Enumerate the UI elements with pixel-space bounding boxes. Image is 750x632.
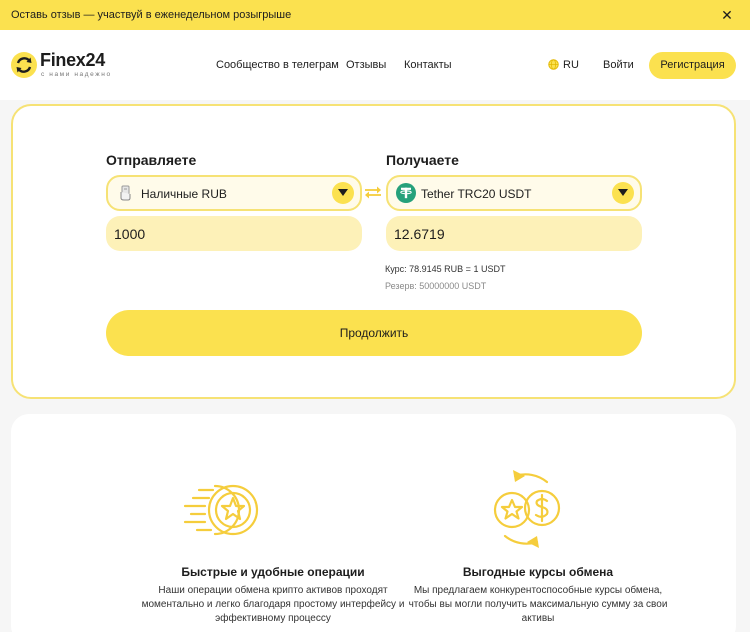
feature-line: эффективному процессу (215, 613, 331, 624)
chevron-down-icon (332, 182, 354, 204)
language-label: RU (563, 59, 579, 71)
feature-description: Наши операции обмена крипто активов прох… (123, 584, 423, 626)
nav-link-reviews[interactable]: Отзывы (346, 59, 386, 71)
feature-title: Выгодные курсы обмена (462, 565, 614, 579)
register-button[interactable]: Регистрация (649, 52, 736, 79)
login-button[interactable]: Войти (603, 59, 634, 71)
feature-line: Мы предлагаем конкурентоспособные курсы … (413, 585, 663, 596)
nav-link-telegram[interactable]: Сообщество в телеграм (216, 59, 339, 71)
feature-title: Быстрые и удобные операции (181, 565, 365, 579)
logo-tagline: с нами надежно (41, 71, 112, 78)
receive-currency-select[interactable]: Tether TRC20 USDT (386, 175, 642, 211)
exchange-rate: Курс: 78.9145 RUB = 1 USDT (385, 264, 506, 274)
logo-icon (11, 52, 37, 78)
send-currency-name: Наличные RUB (141, 187, 227, 201)
exchange-form: Отправляете Получаете Наличные RUB Tethe… (11, 104, 736, 399)
swap-icon[interactable] (362, 183, 384, 201)
feature-line: чтобы вы могли получить максимальную сум… (408, 599, 668, 610)
globe-icon (548, 59, 559, 70)
cash-icon (120, 185, 131, 201)
announcement-banner: Оставь отзыв — участвуй в еженедельном р… (0, 0, 750, 30)
send-currency-select[interactable]: Наличные RUB (106, 175, 362, 211)
feature-line: моментально и легко благодаря простому и… (141, 599, 405, 610)
logo[interactable]: Finex24 с нами надежно (11, 48, 121, 82)
receive-currency-name: Tether TRC20 USDT (421, 187, 532, 201)
send-amount-input[interactable] (106, 216, 362, 251)
logo-name: Finex24 (40, 50, 105, 70)
reserve-amount: Резерв: 50000000 USDT (385, 281, 487, 291)
receive-title: Получаете (386, 152, 459, 168)
banner-text: Оставь отзыв — участвуй в еженедельном р… (11, 9, 292, 21)
chevron-down-icon (612, 182, 634, 204)
features-section: Быстрые и удобные операции Наши операции… (11, 414, 736, 632)
fast-star-coin-icon (183, 484, 259, 536)
exchange-coins-icon (493, 470, 561, 548)
site-header: Finex24 с нами надежно Сообщество в теле… (0, 30, 750, 100)
nav-link-contacts[interactable]: Контакты (404, 59, 452, 71)
tether-icon (396, 183, 416, 203)
feature-line: Наши операции обмена крипто активов прох… (158, 585, 388, 596)
close-icon[interactable]: ✕ (718, 6, 736, 24)
feature-description: Мы предлагаем конкурентоспособные курсы … (388, 584, 688, 626)
continue-button[interactable]: Продолжить (106, 310, 642, 356)
feature-line: активы (521, 613, 555, 624)
send-title: Отправляете (106, 152, 197, 168)
receive-amount-input[interactable] (386, 216, 642, 251)
